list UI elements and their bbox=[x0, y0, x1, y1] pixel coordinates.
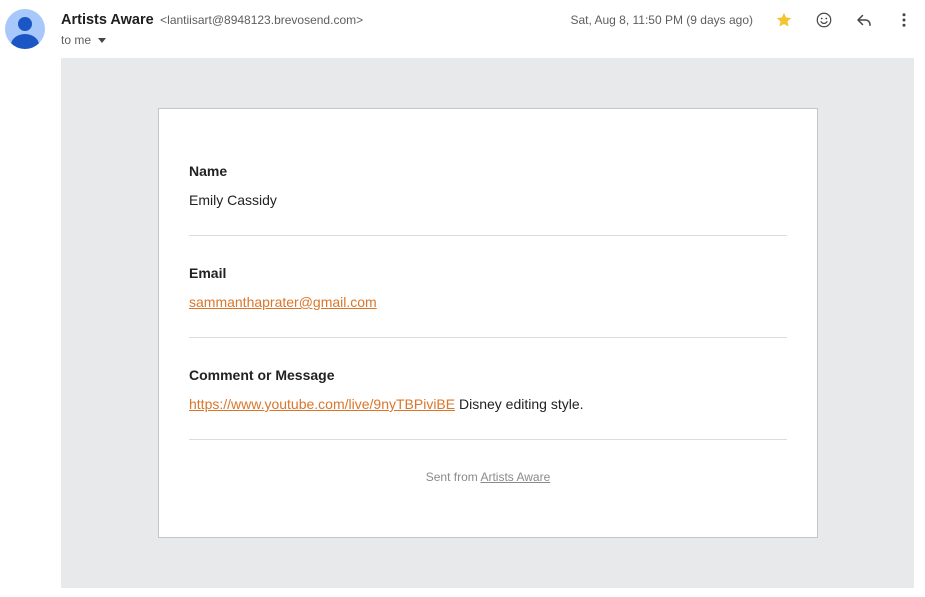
footer-prefix: Sent from bbox=[425, 470, 481, 484]
reply-icon bbox=[857, 14, 871, 26]
more-options-button[interactable] bbox=[892, 8, 916, 32]
sender-line: Artists Aware <lantiisart@8948123.brevos… bbox=[61, 11, 363, 29]
star-icon bbox=[776, 12, 792, 27]
divider bbox=[189, 439, 787, 440]
comment-label: Comment or Message bbox=[189, 367, 335, 383]
divider bbox=[189, 235, 787, 236]
avatar[interactable] bbox=[5, 9, 45, 49]
avatar-head bbox=[18, 17, 32, 31]
add-reaction-button[interactable] bbox=[812, 8, 836, 32]
footer: Sent from Artists Aware bbox=[159, 469, 817, 485]
name-value: Emily Cassidy bbox=[189, 192, 277, 208]
message-date: Sat, Aug 8, 11:50 PM (9 days ago) bbox=[570, 13, 753, 27]
sender-email: <lantiisart@8948123.brevosend.com> bbox=[160, 13, 364, 27]
star-button[interactable] bbox=[772, 8, 796, 32]
youtube-link[interactable]: https://www.youtube.com/live/9nyTBPiviBE bbox=[189, 396, 455, 412]
comment-field: Comment or Message https://www.youtube.c… bbox=[189, 366, 787, 413]
recipient-details-toggle[interactable]: to me bbox=[61, 32, 107, 48]
email-link[interactable]: sammanthaprater@gmail.com bbox=[189, 294, 377, 310]
email-label: Email bbox=[189, 265, 227, 281]
name-field: Name Emily Cassidy bbox=[189, 162, 787, 209]
avatar-body bbox=[11, 34, 39, 49]
email-field: Email sammanthaprater@gmail.com bbox=[189, 264, 787, 311]
divider bbox=[189, 337, 787, 338]
sender-name[interactable]: Artists Aware bbox=[61, 12, 154, 28]
chevron-down-icon bbox=[98, 38, 107, 43]
form-submission-card: Name Emily Cassidy Email sammanthaprater… bbox=[158, 108, 818, 538]
message-body: Name Emily Cassidy Email sammanthaprater… bbox=[61, 58, 914, 588]
comment-text: Disney editing style. bbox=[455, 396, 584, 412]
recipient-label: to me bbox=[61, 33, 92, 47]
footer-link[interactable]: Artists Aware bbox=[480, 470, 550, 484]
emoji-icon bbox=[816, 12, 832, 28]
comment-value: https://www.youtube.com/live/9nyTBPiviBE… bbox=[189, 395, 787, 413]
reply-button[interactable] bbox=[852, 8, 876, 32]
email-view: Artists Aware <lantiisart@8948123.brevos… bbox=[0, 0, 925, 597]
more-vert-icon bbox=[902, 13, 906, 27]
email-value-container: sammanthaprater@gmail.com bbox=[189, 293, 787, 311]
name-label: Name bbox=[189, 163, 228, 179]
